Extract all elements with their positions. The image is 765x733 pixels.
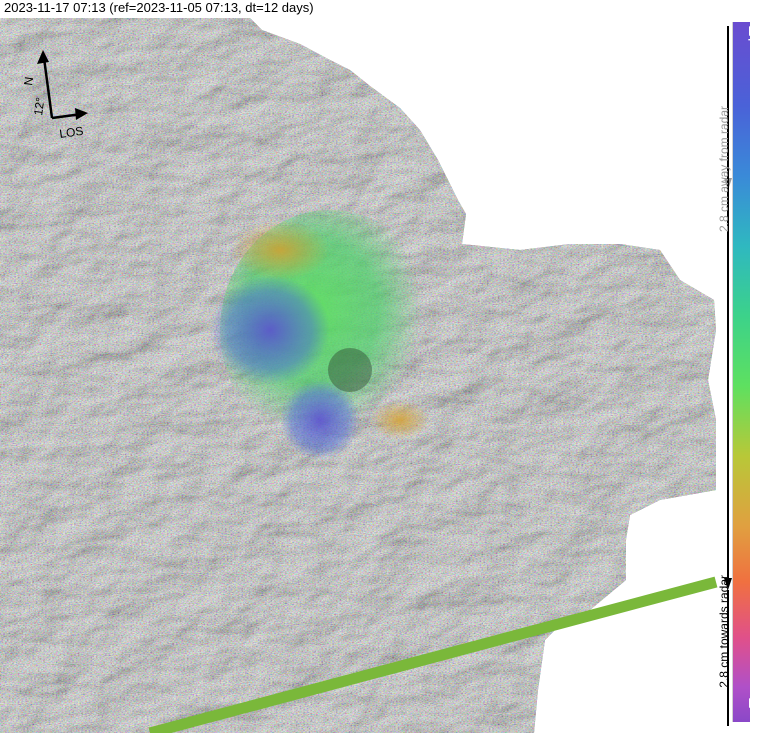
image-title: 2023-11-17 07:13 (ref=2023-11-05 07:13, …: [4, 0, 314, 15]
north-arrow: N 12° LOS: [21, 50, 88, 140]
los-label: LOS: [58, 124, 84, 140]
colorbar-bottom-label: −π: [744, 698, 759, 716]
phase-colorbar: +π −π: [732, 22, 759, 722]
angle-label: 12°: [31, 96, 47, 116]
colorbar-away-label: 2.8 cm away from radar: [717, 106, 731, 233]
interferogram-map: [0, 18, 718, 733]
colorbar-towards-label: 2.8 cm towards radar: [717, 575, 731, 688]
colorbar: +π −π 2.8 cm away from radar 2.8 cm towa…: [717, 20, 765, 726]
north-label: N: [21, 76, 36, 87]
colorbar-top-label: +π: [744, 26, 759, 44]
